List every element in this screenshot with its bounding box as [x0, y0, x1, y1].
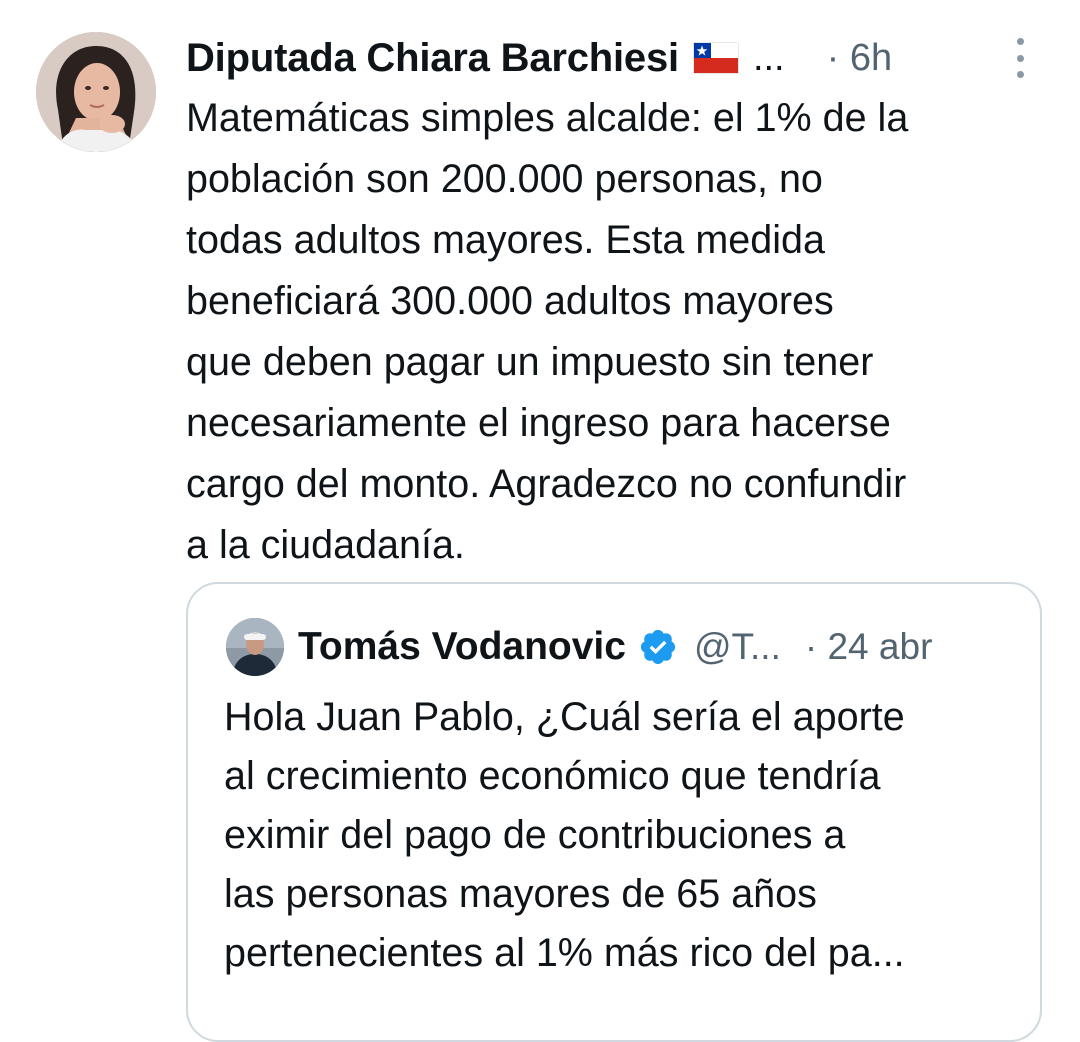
author-display-name[interactable]: Diputada Chiara Barchiesi	[186, 36, 679, 81]
name-overflow: ...	[752, 36, 785, 79]
quoted-author-avatar	[226, 618, 284, 676]
tweet-timestamp[interactable]: · 6h	[827, 37, 892, 80]
author-avatar[interactable]	[36, 32, 156, 152]
quoted-tweet[interactable]: Tomás Vodanovic @T... · 24 abr Hola Juan…	[186, 582, 1042, 1042]
quoted-tweet-text: Hola Juan Pablo, ¿Cuál sería el aporte a…	[224, 695, 905, 975]
tweet[interactable]: Diputada Chiara Barchiesi ... · 6h Matem…	[0, 0, 1080, 1042]
chile-flag-icon	[692, 42, 739, 74]
quoted-author-display-name: Tomás Vodanovic	[298, 625, 626, 668]
tweet-text: Matemáticas simples alcalde: el 1% de la…	[186, 96, 909, 567]
tweet-header: Diputada Chiara Barchiesi ... · 6h	[186, 30, 1046, 86]
quoted-author-handle: @T...	[693, 626, 781, 667]
vertical-ellipsis-icon[interactable]	[1010, 38, 1030, 78]
verified-badge-icon	[638, 627, 678, 667]
quoted-tweet-header: Tomás Vodanovic @T... · 24 abr	[298, 618, 932, 676]
quoted-tweet-date: · 24 abr	[804, 626, 933, 667]
